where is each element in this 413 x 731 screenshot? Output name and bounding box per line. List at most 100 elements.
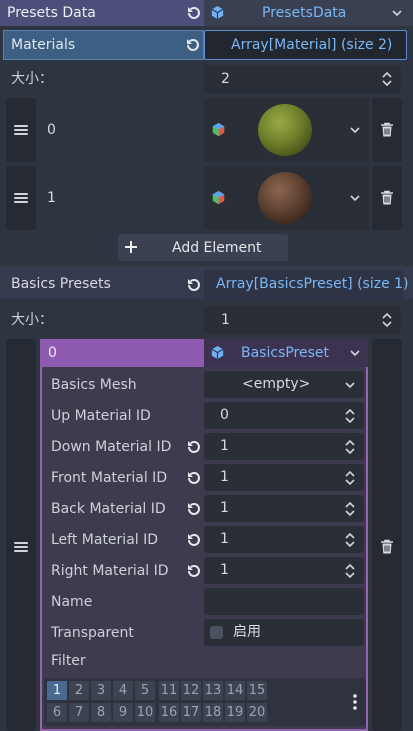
- down-material-id-value: 1: [220, 438, 229, 454]
- element-header: 0 BasicsPreset: [40, 339, 368, 367]
- resource-cube-icon: [211, 5, 224, 20]
- revert-icon[interactable]: [186, 439, 202, 455]
- back-material-id-field[interactable]: 1: [204, 495, 364, 522]
- left-material-id-value: 1: [220, 531, 229, 547]
- chevron-down-icon[interactable]: [350, 127, 360, 134]
- material-preview-sphere: [258, 104, 312, 156]
- trash-icon: [381, 539, 393, 554]
- basics-mesh-picker[interactable]: <empty>: [204, 371, 364, 398]
- chevron-down-icon[interactable]: [392, 10, 402, 17]
- drag-handle-icon: [14, 193, 28, 203]
- spinner-icon[interactable]: [344, 563, 356, 579]
- revert-icon[interactable]: [186, 563, 202, 579]
- spinner-icon[interactable]: [344, 439, 356, 455]
- filter-layer-cell[interactable]: 16: [159, 703, 179, 722]
- left-material-id-label: Left Material ID: [51, 532, 159, 548]
- filter-layer-cell[interactable]: 10: [135, 703, 155, 722]
- filter-layer-cell[interactable]: 9: [113, 703, 133, 722]
- filter-layer-cell[interactable]: 12: [181, 681, 201, 700]
- basics-mesh-value: <empty>: [242, 376, 311, 392]
- filter-layer-cell[interactable]: 4: [113, 681, 133, 700]
- down-material-id-label: Down Material ID: [51, 439, 172, 455]
- remove-element-button[interactable]: [372, 339, 402, 731]
- revert-icon[interactable]: [186, 277, 202, 293]
- checkbox-box[interactable]: [210, 626, 223, 639]
- trash-icon: [381, 190, 393, 205]
- element-type-value: BasicsPreset: [241, 345, 330, 361]
- presets-data-value: PresetsData: [262, 5, 347, 21]
- filter-layer-cell[interactable]: 6: [47, 703, 67, 722]
- drag-handle[interactable]: [6, 98, 36, 162]
- filter-layer-cell[interactable]: 2: [69, 681, 89, 700]
- add-element-button[interactable]: Add Element: [118, 234, 288, 261]
- materials-size-field[interactable]: 2: [204, 65, 401, 93]
- material-item: 0: [5, 98, 402, 162]
- drag-handle-icon: [14, 125, 28, 135]
- transparent-checkbox[interactable]: 启用: [204, 619, 364, 646]
- filter-layer-cell[interactable]: 11: [159, 681, 179, 700]
- filter-layer-cell[interactable]: 19: [225, 703, 245, 722]
- element-index-bg: [40, 339, 204, 367]
- filter-layer-cell[interactable]: 17: [181, 703, 201, 722]
- up-material-id-label: Up Material ID: [51, 408, 151, 424]
- material-index: 1: [47, 190, 56, 206]
- chevron-down-icon[interactable]: [350, 195, 360, 202]
- chevron-down-icon[interactable]: [345, 382, 355, 389]
- down-material-id-field[interactable]: 1: [204, 433, 364, 460]
- plus-icon: [125, 241, 137, 253]
- spinner-icon[interactable]: [344, 470, 356, 486]
- transparent-label: Transparent: [51, 625, 134, 641]
- filter-layer-cell[interactable]: 1: [47, 681, 67, 700]
- spinner-icon[interactable]: [381, 71, 393, 87]
- spinner-icon[interactable]: [344, 501, 356, 517]
- transparent-checkbox-label: 启用: [233, 624, 261, 640]
- back-material-id-label: Back Material ID: [51, 501, 166, 517]
- materials-row: Materials Array[Material] (size 2): [3, 30, 407, 60]
- filter-layer-cell[interactable]: 7: [69, 703, 89, 722]
- material-cube-icon: [212, 122, 225, 137]
- revert-icon[interactable]: [186, 470, 202, 486]
- revert-icon[interactable]: [186, 532, 202, 548]
- revert-icon[interactable]: [186, 501, 202, 517]
- front-material-id-value: 1: [220, 469, 229, 485]
- revert-icon[interactable]: [186, 5, 202, 21]
- more-vertical-icon[interactable]: [352, 694, 358, 710]
- name-label: Name: [51, 594, 93, 610]
- element-drag-handle[interactable]: [6, 339, 36, 731]
- filter-layer-cell[interactable]: 5: [135, 681, 155, 700]
- material-item: 1: [5, 166, 402, 230]
- chevron-down-icon[interactable]: [350, 350, 360, 357]
- up-material-id-field[interactable]: 0: [204, 402, 364, 429]
- filter-layer-cell[interactable]: 3: [91, 681, 111, 700]
- material-preview-sphere: [258, 172, 312, 224]
- materials-size-label: 大小：: [11, 71, 53, 87]
- filter-layer-cell[interactable]: 8: [91, 703, 111, 722]
- spinner-icon[interactable]: [381, 312, 393, 328]
- filter-layer-cell[interactable]: 20: [247, 703, 267, 722]
- element-index: 0: [48, 345, 57, 361]
- filter-layer-cell[interactable]: 15: [247, 681, 267, 700]
- remove-material-button[interactable]: [372, 166, 402, 230]
- name-input[interactable]: [204, 588, 364, 615]
- filter-layer-cell[interactable]: 14: [225, 681, 245, 700]
- presets-data-label: Presets Data: [7, 5, 96, 21]
- add-element-label: Add Element: [172, 240, 262, 256]
- front-material-id-label: Front Material ID: [51, 470, 168, 486]
- basics-size-field[interactable]: 1: [204, 306, 401, 334]
- spinner-icon[interactable]: [344, 532, 356, 548]
- basics-array-value: Array[BasicsPreset] (size 1): [216, 276, 409, 292]
- filter-layer-cell[interactable]: 18: [203, 703, 223, 722]
- right-material-id-field[interactable]: 1: [204, 557, 364, 584]
- spinner-icon[interactable]: [344, 408, 356, 424]
- basics-mesh-label: Basics Mesh: [51, 377, 137, 393]
- revert-icon[interactable]: [185, 37, 201, 53]
- back-material-id-value: 1: [220, 500, 229, 516]
- remove-material-button[interactable]: [372, 98, 402, 162]
- left-material-id-field[interactable]: 1: [204, 526, 364, 553]
- right-material-id-label: Right Material ID: [51, 563, 169, 579]
- drag-handle[interactable]: [6, 166, 36, 230]
- right-material-id-value: 1: [220, 562, 229, 578]
- filter-layer-cell[interactable]: 13: [203, 681, 223, 700]
- front-material-id-field[interactable]: 1: [204, 464, 364, 491]
- materials-label: Materials: [11, 37, 76, 53]
